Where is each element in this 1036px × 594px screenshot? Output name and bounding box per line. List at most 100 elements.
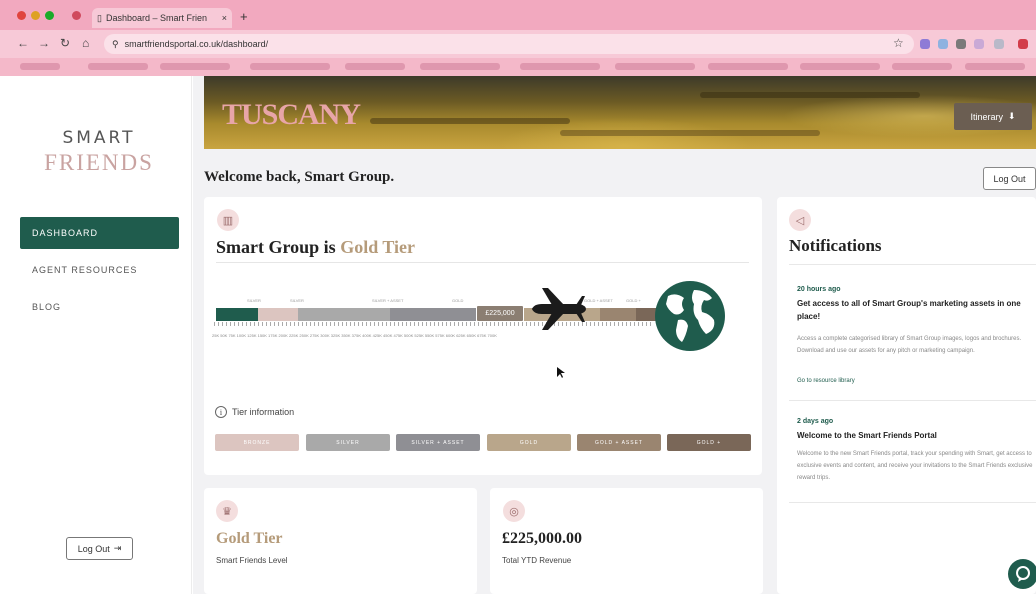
itinerary-button[interactable]: Itinerary ⬇: [954, 103, 1032, 130]
bookmark-item[interactable]: [345, 63, 405, 70]
profile-icon[interactable]: [1018, 39, 1028, 49]
notification-heading: Get access to all of Smart Group's marke…: [797, 299, 1021, 321]
welcome-heading: Welcome back, Smart Group.: [204, 169, 395, 185]
notifications-card: [777, 197, 1036, 594]
reload-icon[interactable]: ↻: [60, 36, 70, 50]
tier-heading-prefix: Smart Group is: [216, 237, 341, 257]
notification-time: 2 days ago: [797, 418, 834, 425]
bookmarks-bar: [0, 58, 1036, 76]
segment-label: GOLD + ASSET: [584, 298, 613, 303]
airplane-icon: [532, 288, 586, 330]
tier-button-bronze[interactable]: BRONZE: [215, 434, 299, 451]
notification-heading: Welcome to the Smart Friends Portal: [797, 431, 937, 440]
forward-icon[interactable]: →: [38, 36, 50, 50]
segment-label: GOLD +: [626, 298, 641, 303]
header-logout-button[interactable]: Log Out: [983, 167, 1036, 190]
extension-icon[interactable]: [974, 39, 984, 49]
url-text: smartfriendsportal.co.uk/dashboard/: [124, 39, 269, 49]
extension-icon[interactable]: [920, 39, 930, 49]
bookmark-item[interactable]: [965, 63, 1025, 70]
revenue-value: £225,000.00: [502, 530, 582, 547]
logout-label: Log Out: [77, 543, 110, 554]
extension-icon[interactable]: [938, 39, 948, 49]
tier-bar-segment: [600, 308, 636, 321]
extension-icon[interactable]: [994, 39, 1004, 49]
tier-button-gold-plus[interactable]: GOLD +: [667, 434, 751, 451]
sidebar-logout-button[interactable]: Log Out ⇥: [66, 537, 133, 560]
tier-heading-tier: Gold Tier: [340, 237, 416, 257]
hero-field-stripe: [560, 130, 820, 136]
close-window-button[interactable]: [17, 11, 26, 20]
tier-info-label: Tier information: [232, 407, 295, 417]
trophy-icon: ♛: [216, 500, 238, 522]
segment-label: GOLD: [452, 298, 464, 303]
mouse-cursor-icon: [557, 367, 565, 378]
page-icon: ▯: [97, 12, 102, 23]
extension-icon[interactable]: [956, 39, 966, 49]
level-value: Gold Tier: [216, 530, 283, 547]
tier-heading: Smart Group is Gold Tier: [216, 237, 415, 258]
back-icon[interactable]: ←: [17, 36, 29, 50]
site-info-icon[interactable]: ⚲: [112, 39, 119, 50]
tier-button-silver[interactable]: SILVER: [306, 434, 390, 451]
close-tab-icon[interactable]: ×: [222, 13, 227, 23]
coins-icon: ◎: [503, 500, 525, 522]
hero-title: TUSCANY: [222, 98, 361, 131]
maximize-window-button[interactable]: [45, 11, 54, 20]
tier-bar-segment: [258, 308, 298, 321]
megaphone-icon: ◁: [789, 209, 811, 231]
sidebar-item-agent-resources[interactable]: AGENT RESOURCES: [20, 254, 179, 286]
segment-label: SILVER: [247, 298, 261, 303]
revenue-label: Total YTD Revenue: [502, 556, 572, 565]
tier-info-toggle[interactable]: i Tier information: [215, 406, 294, 418]
bookmark-item[interactable]: [892, 63, 952, 70]
info-icon: i: [215, 406, 227, 418]
bookmark-item[interactable]: [160, 63, 230, 70]
tier-bar-ticks: [214, 322, 654, 326]
tier-button-gold-asset[interactable]: GOLD + ASSET: [577, 434, 661, 451]
minimize-window-button[interactable]: [31, 11, 40, 20]
tier-bar-segment: [216, 308, 258, 321]
resource-library-link[interactable]: Go to resource library: [797, 378, 855, 384]
globe-icon: [655, 281, 725, 351]
tab-title: Dashboard – Smart Frien: [105, 13, 207, 23]
tier-button-silver-asset[interactable]: SILVER + ASSET: [396, 434, 480, 451]
bookmark-item[interactable]: [20, 63, 60, 70]
bookmark-item[interactable]: [250, 63, 330, 70]
bookmark-item[interactable]: [708, 63, 788, 70]
bookmark-item[interactable]: [615, 63, 695, 70]
logo-friends[interactable]: FRIENDS: [0, 150, 198, 176]
hero-field-stripe: [700, 92, 920, 98]
logout-icon: ⇥: [113, 543, 122, 553]
bookmark-star-icon[interactable]: ☆: [893, 36, 904, 50]
sidebar-item-blog[interactable]: BLOG: [20, 291, 179, 323]
bookmark-item[interactable]: [420, 63, 500, 70]
bookmark-item[interactable]: [800, 63, 880, 70]
bookmark-item[interactable]: [88, 63, 148, 70]
chart-icon: ▥: [217, 209, 239, 231]
divider: [216, 262, 749, 263]
segment-label: SILVER: [290, 298, 304, 303]
segment-label: SILVER + ASSET: [372, 298, 404, 303]
tab-search-icon[interactable]: [72, 11, 81, 20]
divider: [789, 264, 1036, 265]
address-bar[interactable]: ⚲ smartfriendsportal.co.uk/dashboard/: [104, 34, 914, 54]
level-label: Smart Friends Level: [216, 556, 288, 565]
notification-body: Welcome to the new Smart Friends portal,…: [797, 451, 1033, 481]
divider: [789, 400, 1036, 401]
download-icon: ⬇: [1007, 111, 1016, 121]
notifications-title: Notifications: [789, 236, 882, 255]
chat-icon: [1016, 566, 1030, 582]
notification-time: 20 hours ago: [797, 286, 841, 293]
itinerary-label: Itinerary: [970, 111, 1003, 122]
bookmark-item[interactable]: [520, 63, 600, 70]
new-tab-icon[interactable]: +: [240, 9, 248, 24]
sidebar-item-dashboard[interactable]: DASHBOARD: [20, 217, 179, 249]
home-icon[interactable]: ⌂: [82, 36, 89, 50]
chat-button[interactable]: [1008, 559, 1036, 589]
hero-field-stripe: [370, 118, 570, 124]
logo-smart[interactable]: SMART: [0, 128, 198, 148]
browser-tab[interactable]: ▯ Dashboard – Smart Frien ×: [92, 8, 232, 28]
tier-button-gold[interactable]: GOLD: [487, 434, 571, 451]
divider: [789, 502, 1036, 503]
